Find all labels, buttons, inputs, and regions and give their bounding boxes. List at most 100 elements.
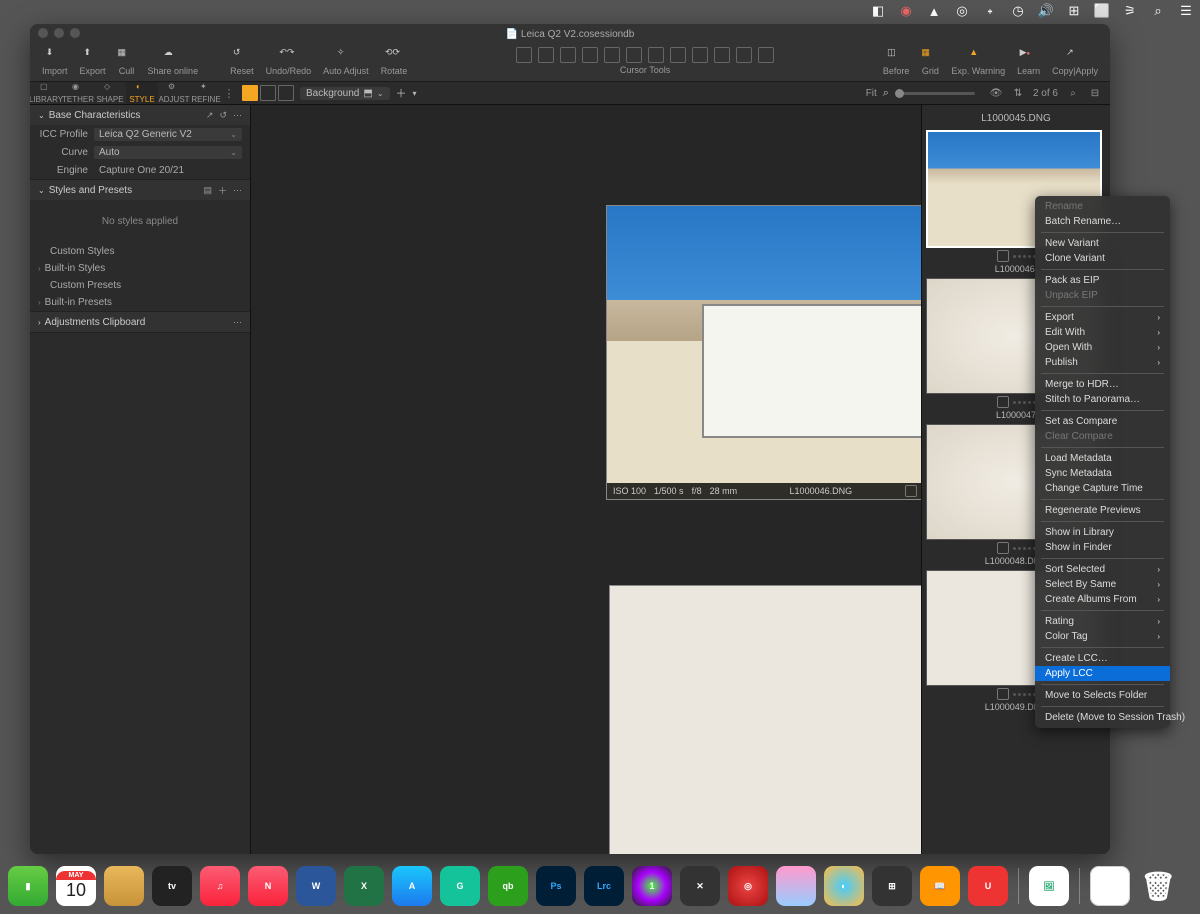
section-clipboard-header[interactable]: › Adjustments Clipboard ⋯ bbox=[30, 312, 250, 332]
sort-icon[interactable]: ⇅ bbox=[1011, 86, 1025, 100]
app1-icon[interactable]: ◉ bbox=[898, 3, 914, 19]
dock-app4[interactable] bbox=[776, 866, 816, 906]
menu-export[interactable]: Export› bbox=[1035, 310, 1170, 325]
zoom-slider[interactable] bbox=[895, 92, 975, 95]
menu-sort-selected[interactable]: Sort Selected› bbox=[1035, 562, 1170, 577]
close-window[interactable] bbox=[38, 28, 48, 38]
mission-icon[interactable]: ⊞ bbox=[1066, 3, 1082, 19]
menu-select-by-same[interactable]: Select By Same› bbox=[1035, 577, 1170, 592]
menu-show-library[interactable]: Show in Library bbox=[1035, 525, 1170, 540]
minimize-window[interactable] bbox=[54, 28, 64, 38]
volume-icon[interactable]: 🔊 bbox=[1038, 3, 1054, 19]
dock-app6[interactable]: U bbox=[968, 866, 1008, 906]
menu-rating[interactable]: Rating› bbox=[1035, 614, 1170, 629]
checkbox[interactable] bbox=[997, 396, 1009, 408]
cursor-tools[interactable]: Cursor Tools bbox=[516, 47, 774, 75]
checkbox[interactable] bbox=[997, 688, 1009, 700]
icc-select[interactable]: Leica Q2 Generic V2⌄ bbox=[94, 128, 242, 141]
checkbox[interactable] bbox=[997, 250, 1009, 262]
menu-load-metadata[interactable]: Load Metadata bbox=[1035, 451, 1170, 466]
dock-grammarly[interactable]: G bbox=[440, 866, 480, 906]
search-icon[interactable]: ⌕ bbox=[1150, 3, 1166, 19]
save-style-icon[interactable]: ＋ bbox=[218, 184, 227, 197]
menu-new-variant[interactable]: New Variant bbox=[1035, 236, 1170, 251]
battery-icon[interactable]: ⬜ bbox=[1094, 3, 1110, 19]
menu-show-finder[interactable]: Show in Finder bbox=[1035, 540, 1170, 555]
dock-music[interactable]: ♫ bbox=[200, 866, 240, 906]
menu-create-lcc[interactable]: Create LCC… bbox=[1035, 651, 1170, 666]
autoadjust-button[interactable]: ✧Auto Adjust bbox=[323, 47, 369, 76]
add-icon[interactable]: ＋ bbox=[396, 85, 407, 101]
dock-captureone[interactable]: 1 bbox=[632, 866, 672, 906]
bluetooth-icon[interactable]: ᛭ bbox=[982, 3, 998, 19]
section-base-header[interactable]: ⌄ Base Characteristics ↗ ↺ ⋯ bbox=[30, 105, 250, 125]
dock-quickbooks[interactable]: qb bbox=[488, 866, 528, 906]
learn-button[interactable]: ▶●Learn bbox=[1017, 47, 1040, 76]
menu-regen-previews[interactable]: Regenerate Previews bbox=[1035, 503, 1170, 518]
dock-books[interactable]: 📖 bbox=[920, 866, 960, 906]
menu-color-tag[interactable]: Color Tag› bbox=[1035, 629, 1170, 644]
menu-change-capture-time[interactable]: Change Capture Time bbox=[1035, 481, 1170, 496]
viewer-image-1[interactable]: ISO 100 1/500 s f/8 28 mm L1000046.DNG bbox=[606, 205, 921, 500]
tab-adjust[interactable]: ⚙ADJUST bbox=[158, 82, 190, 104]
import-button[interactable]: ⬇Import bbox=[42, 47, 68, 76]
expwarning-button[interactable]: ▲Exp. Warning bbox=[951, 47, 1005, 76]
control-icon[interactable]: ☰ bbox=[1178, 3, 1194, 19]
rotate-button[interactable]: ⟲⟳Rotate bbox=[381, 47, 408, 76]
viewer-image-2[interactable]: ISO 250 1/250 s f/8 28 mm L1000046.DNG bbox=[609, 585, 921, 854]
tab-more[interactable]: ⋮ bbox=[222, 82, 236, 104]
menu-clone-variant[interactable]: Clone Variant bbox=[1035, 251, 1170, 266]
dock-file[interactable] bbox=[1090, 866, 1130, 906]
copyapply-button[interactable]: ↗Copy|Apply bbox=[1052, 47, 1098, 76]
wifi-icon[interactable]: ⚞ bbox=[1122, 3, 1138, 19]
dock-lightroom[interactable]: Lrc bbox=[584, 866, 624, 906]
menu-move-selects[interactable]: Move to Selects Folder bbox=[1035, 688, 1170, 703]
menu-open-with[interactable]: Open With› bbox=[1035, 340, 1170, 355]
section-styles-header[interactable]: ⌄ Styles and Presets ▤ ＋ ⋯ bbox=[30, 180, 250, 200]
reset-section-icon[interactable]: ↺ bbox=[219, 110, 227, 121]
tab-shape[interactable]: ◇SHAPE bbox=[94, 82, 126, 104]
background-select[interactable]: Background⬒⌄ bbox=[300, 87, 390, 100]
undoredo-button[interactable]: ↶↷Undo/Redo bbox=[266, 47, 312, 76]
builtin-presets[interactable]: ›Built-in Presets bbox=[30, 294, 250, 311]
tab-library[interactable]: ▢LIBRARY bbox=[30, 82, 62, 104]
builtin-styles[interactable]: ›Built-in Styles bbox=[30, 260, 250, 277]
menu-sync-metadata[interactable]: Sync Metadata bbox=[1035, 466, 1170, 481]
checkbox[interactable] bbox=[905, 485, 917, 497]
cull-button[interactable]: ▦Cull bbox=[118, 47, 136, 76]
dock-photoshop[interactable]: Ps bbox=[536, 866, 576, 906]
sync-icon[interactable]: ◎ bbox=[954, 3, 970, 19]
zoom-icon[interactable]: ⌕ bbox=[883, 87, 889, 100]
more-icon[interactable]: ⋯ bbox=[233, 317, 242, 328]
dock-app3[interactable]: ◎ bbox=[728, 866, 768, 906]
custom-presets[interactable]: Custom Presets bbox=[30, 277, 250, 294]
dock-calendar[interactable]: MAY10 bbox=[56, 866, 96, 906]
dock-facetime[interactable]: ▮ bbox=[8, 866, 48, 906]
menu-edit-with[interactable]: Edit With› bbox=[1035, 325, 1170, 340]
menu-batch-rename[interactable]: Batch Rename… bbox=[1035, 214, 1170, 229]
tab-refine[interactable]: ✦REFINE bbox=[190, 82, 222, 104]
dock-excel[interactable]: X bbox=[344, 866, 384, 906]
more-icon[interactable]: ⋯ bbox=[233, 110, 242, 121]
dock-tv[interactable]: tv bbox=[152, 866, 192, 906]
tab-tether[interactable]: ◉TETHER bbox=[62, 82, 94, 104]
dock-app[interactable] bbox=[104, 866, 144, 906]
notif-icon[interactable]: ◧ bbox=[870, 3, 886, 19]
grid-button[interactable]: ▦Grid bbox=[921, 47, 939, 76]
export-button[interactable]: ⬆Export bbox=[80, 47, 106, 76]
clock-icon[interactable]: ◷ bbox=[1010, 3, 1026, 19]
menu-stitch-pano[interactable]: Stitch to Panorama… bbox=[1035, 392, 1170, 407]
dock-app5[interactable]: ◐ bbox=[824, 866, 864, 906]
dock-news[interactable]: N bbox=[248, 866, 288, 906]
view-mode[interactable] bbox=[242, 85, 294, 101]
eye-icon[interactable]: 👁 bbox=[989, 86, 1003, 100]
zoom-window[interactable] bbox=[70, 28, 80, 38]
dock-appstore[interactable]: A bbox=[392, 866, 432, 906]
before-button[interactable]: ◫Before bbox=[883, 47, 910, 76]
dock-preview[interactable]: 🖼 bbox=[1029, 866, 1069, 906]
menu-pack-eip[interactable]: Pack as EIP bbox=[1035, 273, 1170, 288]
checkbox[interactable] bbox=[997, 542, 1009, 554]
more-icon[interactable]: ⋯ bbox=[233, 185, 242, 196]
dock-trash[interactable]: 🗑 bbox=[1138, 866, 1178, 906]
collapse-icon[interactable]: ⊟ bbox=[1088, 86, 1102, 100]
